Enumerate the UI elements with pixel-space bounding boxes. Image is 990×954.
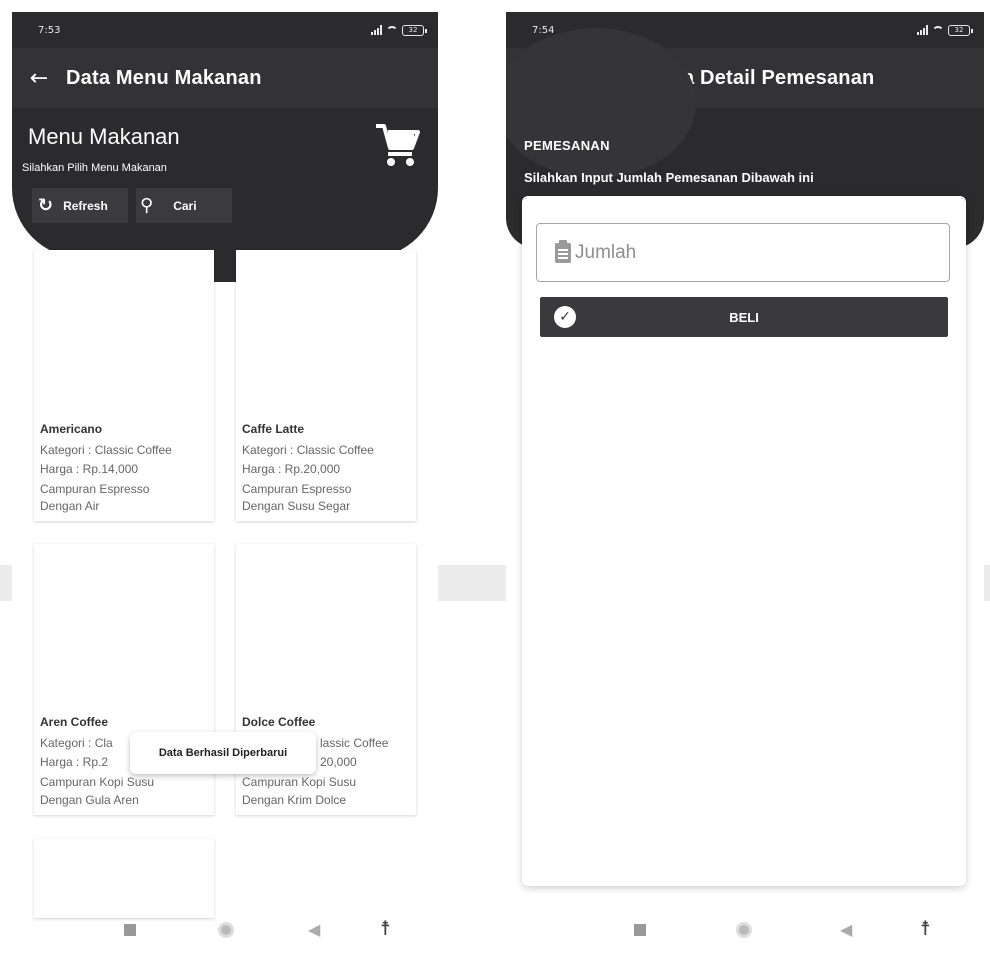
header-title: PEMESANAN xyxy=(524,138,610,153)
background-shape xyxy=(984,565,990,601)
page-title: Data Menu Makanan xyxy=(66,66,262,89)
menu-item-price: 20,000 xyxy=(320,755,357,769)
recent-apps-icon[interactable] xyxy=(634,924,646,936)
status-bar: 7:53 32 xyxy=(12,12,438,48)
menu-item-desc: Campuran Kopi Susu xyxy=(40,775,155,789)
menu-item-price: Harga : Rp.14,000 xyxy=(40,462,139,476)
signal-icon xyxy=(917,25,928,35)
menu-item-category: Kategori : Classic Coffee xyxy=(40,443,172,457)
menu-item-name: Caffe Latte xyxy=(242,422,305,436)
menu-item-desc: Dengan Krim Dolce xyxy=(242,793,347,807)
back-nav-icon[interactable]: ◀ xyxy=(840,920,852,939)
menu-item-desc: Dengan Susu Segar xyxy=(242,499,351,513)
menu-item-price: Harga : Rp.20,000 xyxy=(242,462,341,476)
clipboard-icon xyxy=(555,239,571,263)
menu-card-dolce-coffee[interactable]: Dolce Coffee lassic Coffee 20,000 Campur… xyxy=(236,544,416,815)
screenshot-root: 7:53 32 ← Data Menu Makanan Menu Makanan… xyxy=(0,0,990,954)
status-time: 7:53 xyxy=(38,24,61,36)
menu-card-caffe-latte[interactable]: Caffe Latte Kategori : Classic Coffee Ha… xyxy=(236,250,416,521)
menu-item-category: Kategori : Cla xyxy=(40,736,113,750)
accessibility-icon[interactable]: ☨ xyxy=(380,916,391,940)
wifi-icon xyxy=(932,25,944,35)
wifi-icon xyxy=(386,25,398,35)
search-button[interactable]: ⚲ Cari xyxy=(136,188,232,223)
menu-item-name: Americano xyxy=(40,422,103,436)
status-icons: 32 xyxy=(371,24,427,36)
header-connector xyxy=(213,252,237,282)
recent-apps-icon[interactable] xyxy=(124,924,136,936)
buy-label: BELI xyxy=(729,309,759,325)
menu-item-category: lassic Coffee xyxy=(320,736,389,750)
signal-icon xyxy=(371,25,382,35)
menu-item-category: Kategori : Classic Coffee xyxy=(242,443,374,457)
menu-item-desc: Campuran Espresso xyxy=(242,482,352,496)
background-shape xyxy=(438,565,506,601)
order-detail-screen: 7:54 32 ← Tambah Data Detail Pemesanan P… xyxy=(506,12,984,954)
search-label: Cari xyxy=(173,198,197,213)
status-icons: 32 xyxy=(917,24,973,36)
refresh-button[interactable]: ↻ Refresh xyxy=(32,188,128,223)
refresh-label: Refresh xyxy=(63,198,108,213)
jumlah-input[interactable] xyxy=(575,241,915,264)
menu-header: Menu Makanan Silahkan Pilih Menu Makanan… xyxy=(12,108,438,258)
battery-icon: 32 xyxy=(402,24,427,36)
check-circle-icon: ✓ xyxy=(554,306,576,328)
arrow-left-icon[interactable]: ← xyxy=(12,66,66,91)
system-nav-bar: ◀ ☨ xyxy=(506,902,984,954)
menu-card-aren-coffee[interactable]: Aren Coffee Kategori : Cla Harga : Rp.2 … xyxy=(34,544,214,815)
order-form-panel: ✓ BELI xyxy=(522,196,966,886)
menu-card-americano[interactable]: Americano Kategori : Classic Coffee Harg… xyxy=(34,250,214,521)
menu-item-desc: Dengan Gula Aren xyxy=(40,793,139,807)
header-subtitle: Silahkan Input Jumlah Pemesanan Dibawah … xyxy=(524,170,814,185)
background-shape xyxy=(0,565,12,601)
menu-item-price: Harga : Rp.2 xyxy=(40,755,109,769)
menu-item-desc: Campuran Kopi Susu xyxy=(242,775,357,789)
menu-item-name: Aren Coffee xyxy=(40,715,109,729)
back-nav-icon[interactable]: ◀ xyxy=(308,920,320,939)
system-nav-bar: ◀ ☨ xyxy=(12,902,438,954)
app-bar: ← Data Menu Makanan xyxy=(12,48,438,108)
home-icon[interactable] xyxy=(218,922,234,938)
decorative-circle xyxy=(506,28,696,178)
shopping-cart-icon[interactable] xyxy=(374,120,422,168)
menu-screen: 7:53 32 ← Data Menu Makanan Menu Makanan… xyxy=(12,12,438,954)
buy-button[interactable]: ✓ BELI xyxy=(540,297,948,337)
menu-item-desc: Campuran Espresso xyxy=(40,482,150,496)
header-subtitle: Silahkan Pilih Menu Makanan xyxy=(22,162,167,174)
toast-message: Data Berhasil Diperbarui xyxy=(130,732,316,774)
battery-icon: 32 xyxy=(948,24,973,36)
jumlah-field[interactable] xyxy=(536,223,950,282)
home-icon[interactable] xyxy=(736,922,752,938)
header-title: Menu Makanan xyxy=(28,124,180,149)
accessibility-icon[interactable]: ☨ xyxy=(920,916,931,940)
menu-item-name: Dolce Coffee xyxy=(242,715,316,729)
search-icon: ⚲ xyxy=(140,195,154,216)
status-time: 7:54 xyxy=(532,24,555,36)
refresh-icon: ↻ xyxy=(38,195,54,216)
menu-item-desc: Dengan Air xyxy=(40,499,100,513)
